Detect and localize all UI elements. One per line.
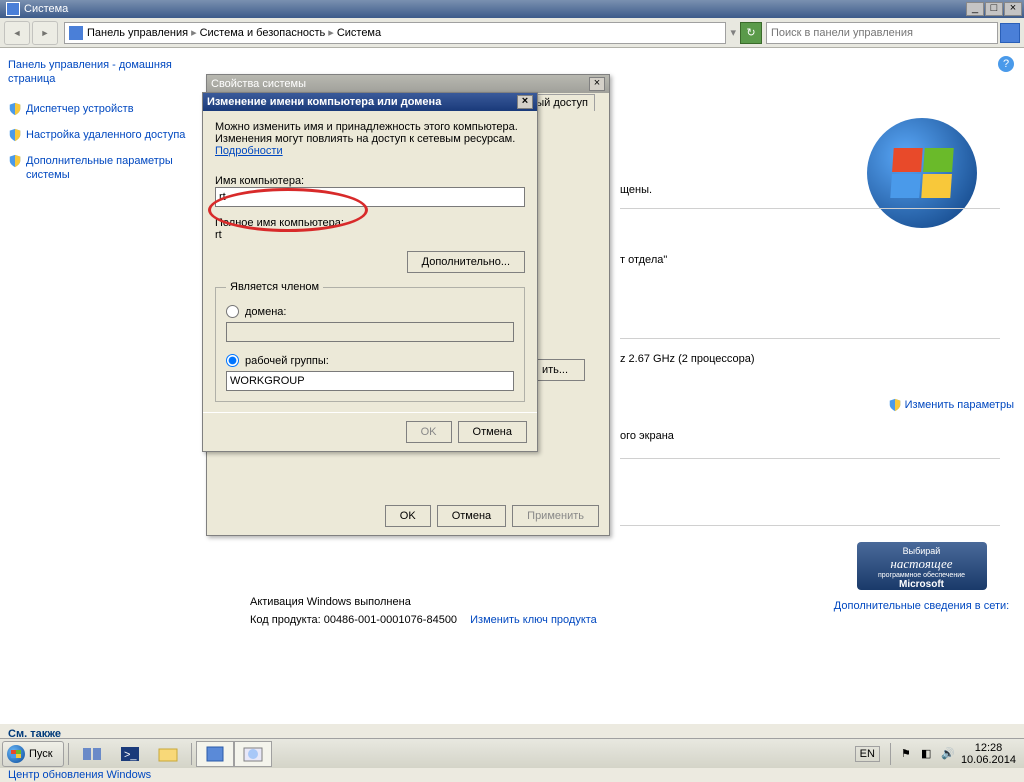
full-name-label: Полное имя компьютера: — [215, 217, 344, 229]
svg-text:>_: >_ — [124, 749, 137, 761]
start-label: Пуск — [29, 748, 53, 760]
activation-status: Активация Windows выполнена — [250, 596, 597, 608]
partial-screen: ого экрана — [620, 430, 674, 442]
clock-time: 12:28 — [961, 742, 1016, 754]
arrow-right-icon — [41, 27, 50, 39]
computer-name-input[interactable] — [215, 187, 525, 207]
dialog-close-button[interactable]: × — [517, 95, 533, 109]
ok-button[interactable]: OK — [385, 505, 431, 527]
sidebar-item-remote[interactable]: Настройка удаленного доступа — [8, 128, 197, 148]
breadcrumb-item[interactable]: Панель управления — [87, 27, 188, 39]
language-indicator[interactable]: EN — [855, 746, 880, 762]
genuine-line3: программное обеспечение — [861, 572, 983, 579]
change-key-link[interactable]: Изменить ключ продукта — [470, 614, 597, 626]
shield-icon — [8, 102, 22, 116]
dialog-titlebar[interactable]: Свойства системы × — [207, 75, 609, 93]
partial-proc: z 2.67 GHz (2 процессора) — [620, 353, 755, 365]
windows-logo — [867, 118, 977, 228]
sidebar-label: Настройка удаленного доступа — [26, 128, 185, 142]
see-also-update[interactable]: Центр обновления Windows — [8, 768, 197, 782]
dialog-info-text: Можно изменить имя и принадлежность этог… — [215, 121, 525, 157]
cp-home-link[interactable]: Панель управления - домашняя страница — [8, 58, 197, 86]
search-button[interactable] — [1000, 23, 1020, 43]
full-name-value: rt — [215, 229, 525, 241]
maximize-button[interactable]: □ — [985, 2, 1003, 16]
close-button[interactable]: × — [1004, 2, 1022, 16]
genuine-badge[interactable]: Выбирай настоящее программное обеспечени… — [857, 542, 987, 590]
start-orb-icon — [7, 745, 25, 763]
nav-back-button[interactable] — [4, 21, 30, 45]
dialog-title: Изменение имени компьютера или домена — [207, 96, 517, 108]
shield-icon — [8, 154, 22, 168]
workgroup-radio[interactable] — [226, 354, 239, 367]
system-tray: EN ⚑ ◧ 🔊 12:28 10.06.2014 — [849, 742, 1022, 766]
app-icon — [6, 2, 20, 16]
right-column: Изменить параметры Выбирай настоящее про… — [819, 48, 1024, 724]
clock-date: 10.06.2014 — [961, 754, 1016, 766]
minimize-button[interactable]: _ — [966, 2, 984, 16]
taskbar-server-manager-icon[interactable] — [73, 741, 111, 767]
breadcrumb-dropdown[interactable]: ▾ — [730, 26, 736, 39]
breadcrumb-item[interactable]: Система — [337, 27, 381, 39]
toolbar: Панель управления ▸ Система и безопаснос… — [0, 18, 1024, 48]
activation-info: Активация Windows выполнена Код продукта… — [250, 596, 597, 632]
ok-button[interactable]: OK — [406, 421, 452, 443]
taskbar-powershell-icon[interactable]: >_ — [111, 741, 149, 767]
dialog-title: Свойства системы — [211, 78, 589, 90]
sidebar-label: Диспетчер устройств — [26, 102, 134, 116]
sidebar-item-device-manager[interactable]: Диспетчер устройств — [8, 102, 197, 122]
breadcrumb-sep: ▸ — [328, 26, 334, 39]
tray-flag-icon[interactable]: ⚑ — [901, 747, 915, 761]
member-of-legend: Является членом — [226, 281, 323, 293]
genuine-line1: Выбирай — [861, 546, 983, 556]
start-button[interactable]: Пуск — [2, 741, 64, 767]
shield-icon — [8, 128, 22, 142]
genuine-line2: настоящее — [861, 556, 983, 572]
clock[interactable]: 12:28 10.06.2014 — [961, 742, 1016, 766]
partial-rights: щены. — [620, 184, 652, 196]
genuine-line4: Microsoft — [861, 579, 983, 590]
taskbar-explorer-icon[interactable] — [149, 741, 187, 767]
change-params-link[interactable]: Изменить параметры — [829, 398, 1014, 412]
sidebar-item-advanced[interactable]: Дополнительные параметры системы — [8, 154, 197, 188]
shield-icon — [888, 398, 902, 412]
breadcrumb-sep: ▸ — [191, 26, 197, 39]
search-bar — [766, 22, 998, 44]
workgroup-label: рабочей группы: — [245, 355, 329, 367]
nav-forward-button[interactable] — [32, 21, 58, 45]
sidebar: Панель управления - домашняя страница Ди… — [0, 48, 205, 724]
dialog-titlebar[interactable]: Изменение имени компьютера или домена × — [203, 93, 537, 111]
taskbar: Пуск >_ EN ⚑ ◧ 🔊 12:28 10.06.2014 — [0, 738, 1024, 768]
tray-network-icon[interactable]: ◧ — [921, 747, 935, 761]
search-input[interactable] — [771, 27, 993, 39]
cancel-button[interactable]: Отмена — [458, 421, 527, 443]
domain-radio[interactable] — [226, 305, 239, 318]
product-key: Код продукта: 00486-001-0001076-84500 — [250, 614, 457, 626]
details-link[interactable]: Подробности — [215, 145, 283, 157]
advanced-button[interactable]: Дополнительно... — [407, 251, 525, 273]
window-titlebar: Система _ □ × — [0, 0, 1024, 18]
change-name-dialog: Изменение имени компьютера или домена × … — [202, 92, 538, 452]
workgroup-input[interactable] — [226, 371, 514, 391]
domain-input — [226, 322, 514, 342]
taskbar-app-window[interactable] — [234, 741, 272, 767]
arrow-left-icon — [13, 27, 22, 39]
sidebar-label: Дополнительные параметры системы — [26, 154, 197, 182]
control-panel-icon — [69, 26, 83, 40]
partial-dept: т отдела" — [620, 254, 667, 266]
breadcrumb[interactable]: Панель управления ▸ Система и безопаснос… — [64, 22, 726, 44]
member-of-group: Является членом домена: рабочей группы: — [215, 281, 525, 402]
domain-label: домена: — [245, 306, 286, 318]
change-params-label: Изменить параметры — [905, 399, 1014, 411]
breadcrumb-item[interactable]: Система и безопасность — [200, 27, 326, 39]
refresh-button[interactable]: ↻ — [740, 22, 762, 44]
computer-name-label: Имя компьютера: — [215, 175, 304, 187]
window-title: Система — [24, 3, 966, 15]
dialog-close-button[interactable]: × — [589, 77, 605, 91]
more-info-link[interactable]: Дополнительные сведения в сети: — [829, 600, 1014, 612]
taskbar-system-window[interactable] — [196, 741, 234, 767]
cancel-button[interactable]: Отмена — [437, 505, 506, 527]
apply-button[interactable]: Применить — [512, 505, 599, 527]
tray-sound-icon[interactable]: 🔊 — [941, 747, 955, 761]
